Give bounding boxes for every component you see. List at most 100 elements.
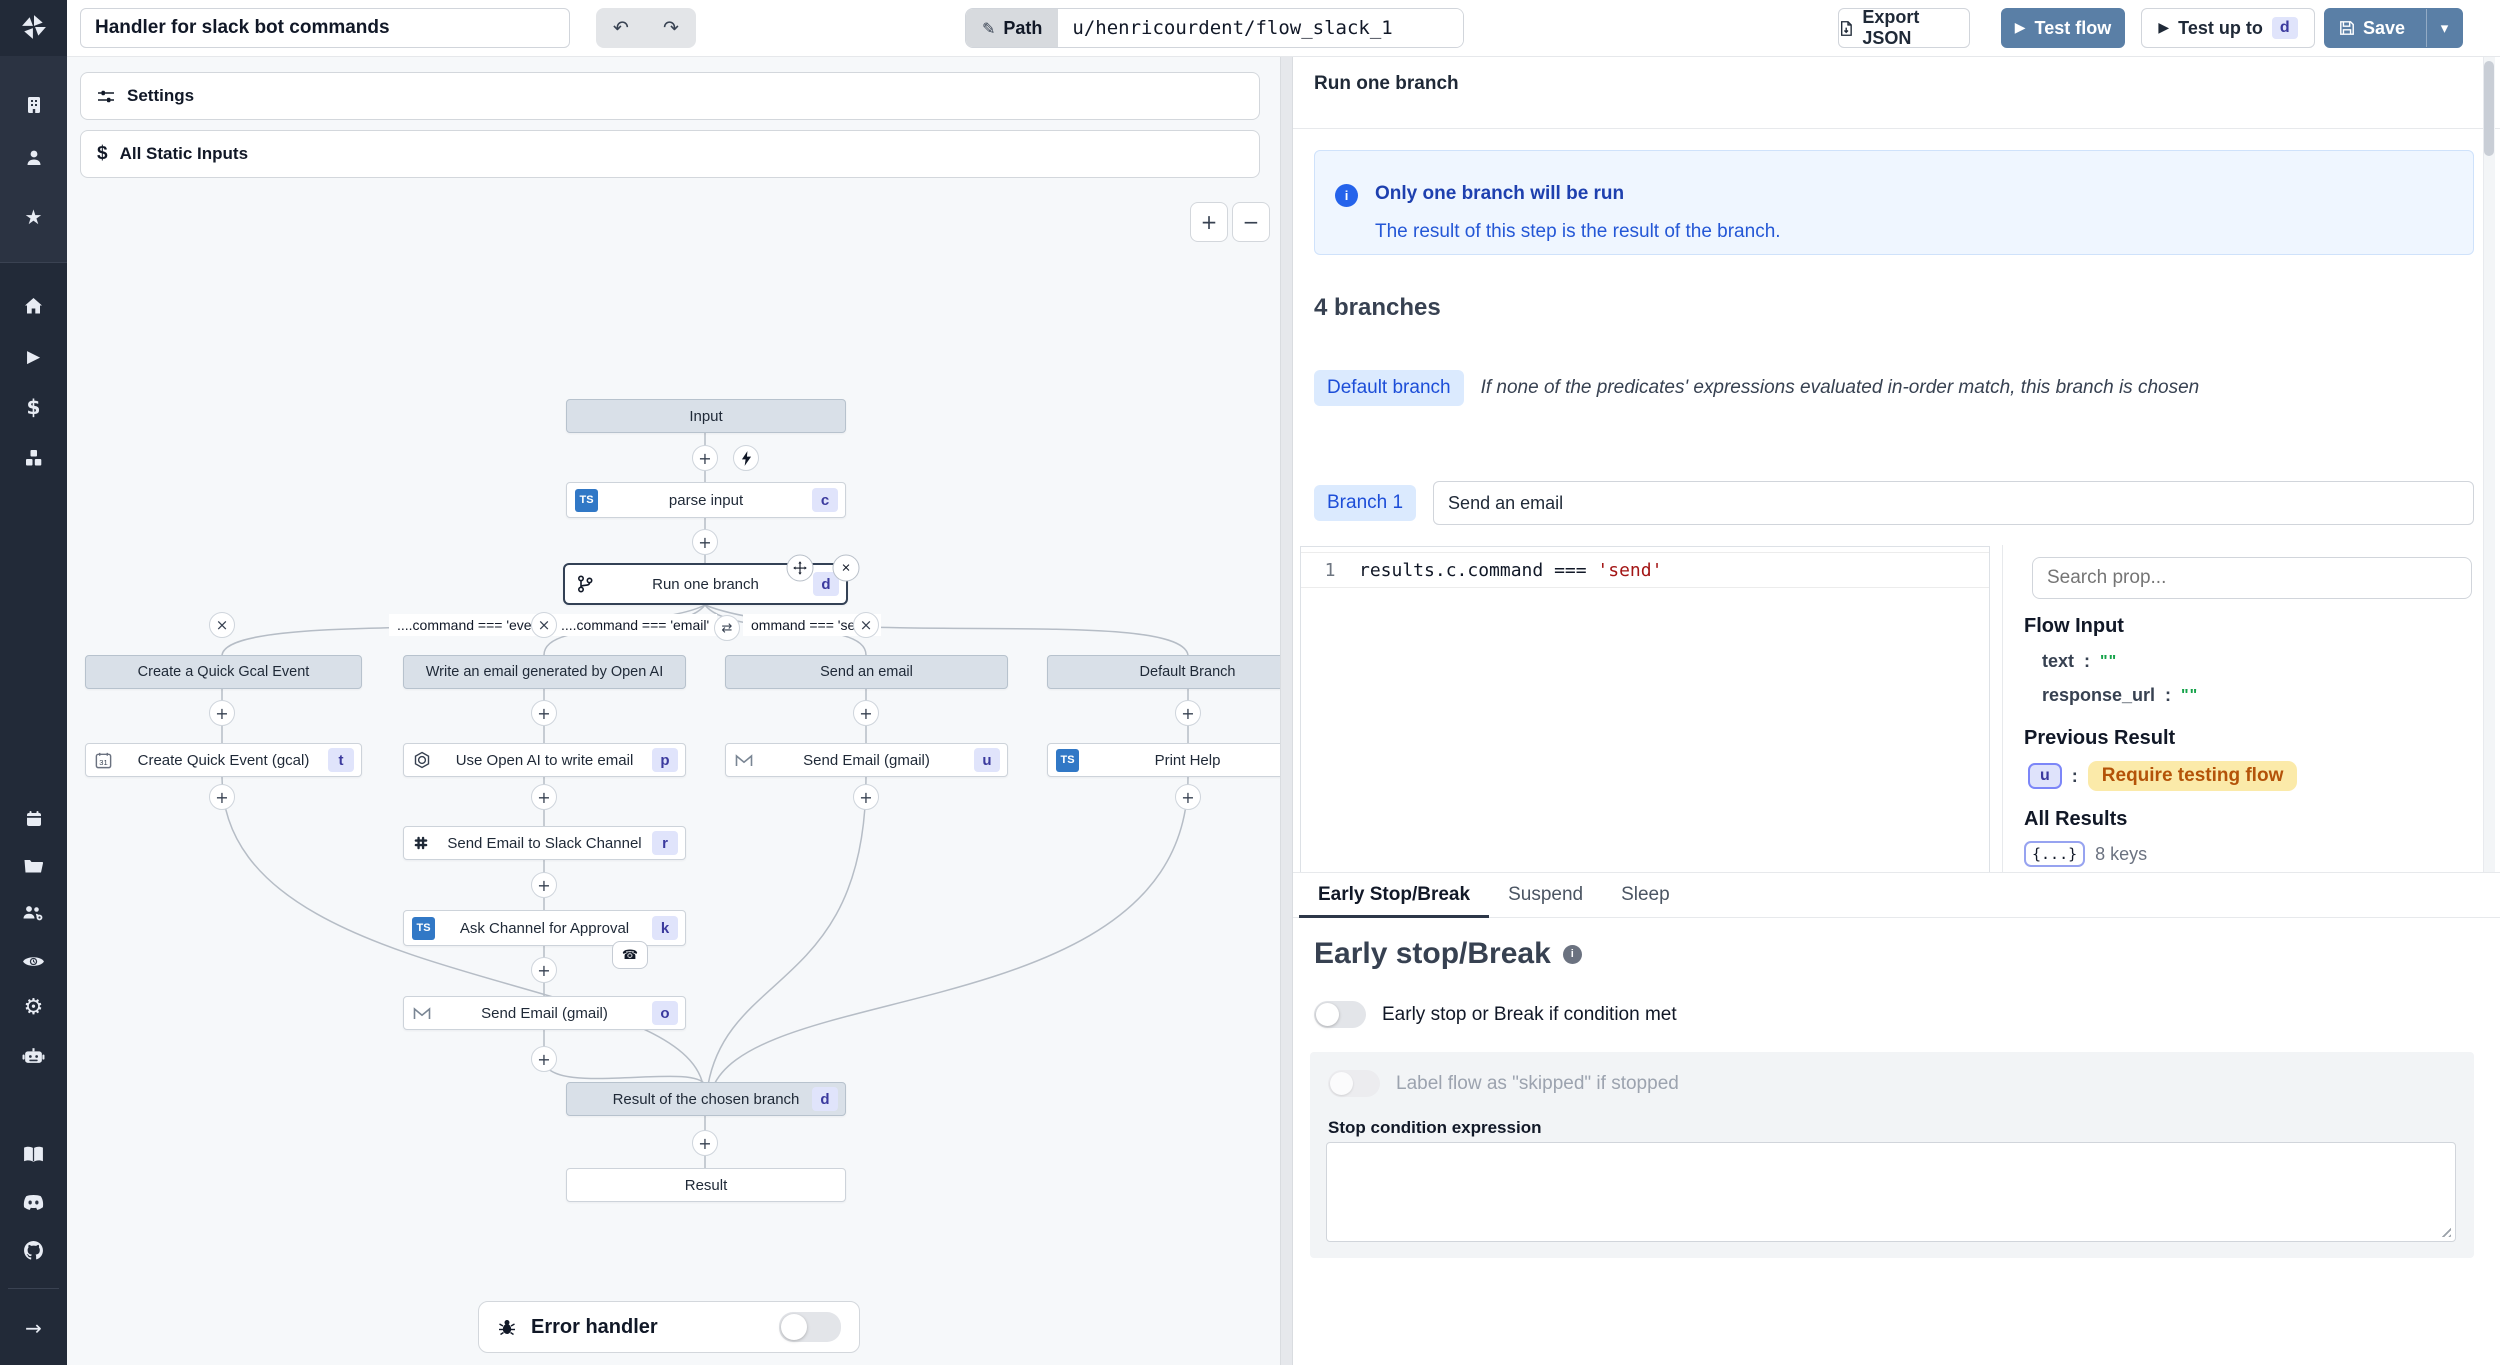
error-handler-toggle[interactable] bbox=[779, 1312, 841, 1342]
test-up-to-button[interactable]: ▶ Test up to d bbox=[2141, 8, 2315, 48]
add-step-button[interactable]: + bbox=[531, 700, 557, 726]
sidebar-item-runs[interactable]: ▶ bbox=[0, 337, 67, 377]
node-result-of-branch[interactable]: Result of the chosen branch d bbox=[566, 1082, 846, 1116]
branch-header-email[interactable]: Send an email bbox=[725, 655, 1008, 689]
add-step-button[interactable]: + bbox=[853, 784, 879, 810]
suspend-approval-badge[interactable]: ☎ bbox=[612, 941, 648, 969]
flow-title-input[interactable] bbox=[80, 8, 570, 48]
branch-header-default[interactable]: Default Branch bbox=[1047, 655, 1280, 689]
sidebar-item-user[interactable] bbox=[0, 138, 67, 178]
node-send-email-gmail[interactable]: Send Email (gmail) u bbox=[725, 743, 1008, 777]
sidebar-item-workers[interactable] bbox=[0, 1035, 67, 1075]
add-step-button[interactable]: + bbox=[209, 784, 235, 810]
sidebar-expand-button[interactable]: → bbox=[0, 1308, 67, 1348]
all-results-row[interactable]: {...} 8 keys bbox=[2024, 841, 2147, 867]
node-send-email-slack[interactable]: Send Email to Slack Channel r bbox=[403, 826, 686, 860]
panel-scrollbar-thumb[interactable] bbox=[2484, 61, 2494, 156]
add-step-button[interactable]: + bbox=[1175, 784, 1201, 810]
sidebar-item-docs[interactable] bbox=[0, 1134, 67, 1174]
sidebar-item-resources[interactable] bbox=[0, 438, 67, 478]
zoom-in-button[interactable]: + bbox=[1190, 202, 1228, 242]
test-flow-button[interactable]: ▶ Test flow bbox=[2001, 8, 2125, 48]
move-step-button[interactable] bbox=[787, 555, 814, 582]
code-line[interactable]: 1 results.c.command === 'send' bbox=[1301, 552, 1989, 588]
early-stop-toggle[interactable] bbox=[1314, 1001, 1366, 1028]
dollar-icon: $ bbox=[97, 143, 108, 165]
save-button[interactable]: Save bbox=[2325, 9, 2417, 47]
branch-condition-event[interactable]: ....command === 'event' bbox=[389, 614, 554, 636]
sidebar-item-folders[interactable] bbox=[0, 846, 67, 886]
sidebar-item-schedules[interactable] bbox=[0, 799, 67, 839]
export-json-button[interactable]: Export JSON bbox=[1838, 8, 1970, 48]
node-input[interactable]: Input bbox=[566, 399, 846, 433]
sidebar-item-favorites[interactable]: ★ bbox=[0, 197, 67, 237]
remove-branch-button[interactable]: × bbox=[209, 612, 235, 638]
add-step-button[interactable]: + bbox=[853, 700, 879, 726]
node-openai-write-email[interactable]: Use Open AI to write email p bbox=[403, 743, 686, 777]
stop-condition-textarea[interactable] bbox=[1326, 1142, 2456, 1242]
flow-settings-button[interactable]: Settings bbox=[80, 72, 1260, 120]
predicate-code-editor[interactable]: 1 results.c.command === 'send' bbox=[1300, 546, 1990, 872]
node-ask-channel-approval[interactable]: TS Ask Channel for Approval k bbox=[403, 910, 686, 946]
sidebar-item-github[interactable] bbox=[0, 1230, 67, 1270]
branch1-row: Branch 1 bbox=[1314, 481, 2474, 525]
branch-header-label: Default Branch bbox=[1140, 664, 1236, 680]
flow-canvas[interactable]: Settings $ All Static Inputs + − bbox=[67, 57, 1280, 1365]
redo-button[interactable]: ↷ bbox=[646, 8, 696, 48]
tab-suspend[interactable]: Suspend bbox=[1489, 873, 1602, 917]
sidebar-item-discord[interactable] bbox=[0, 1182, 67, 1222]
sidebar-item-variables[interactable]: $ bbox=[0, 387, 67, 427]
previous-result-heading: Previous Result bbox=[2024, 727, 2175, 750]
node-result[interactable]: Result bbox=[566, 1168, 846, 1202]
add-step-button[interactable]: + bbox=[531, 1046, 557, 1072]
sidebar-item-home[interactable] bbox=[0, 286, 67, 326]
node-create-quick-event[interactable]: 31 Create Quick Event (gcal) t bbox=[85, 743, 362, 777]
node-print-help[interactable]: TS Print Help bbox=[1047, 743, 1280, 777]
tab-sleep[interactable]: Sleep bbox=[1602, 873, 1689, 917]
add-step-button[interactable]: + bbox=[692, 529, 718, 555]
remove-branch-button[interactable]: × bbox=[531, 612, 557, 638]
prop-row-text[interactable]: text : "" bbox=[2042, 651, 2117, 672]
add-step-button[interactable]: + bbox=[692, 445, 718, 471]
add-step-button[interactable]: + bbox=[531, 872, 557, 898]
pane-resize-gutter[interactable] bbox=[1280, 57, 1293, 1365]
all-static-inputs-button[interactable]: $ All Static Inputs bbox=[80, 130, 1260, 178]
previous-result-row[interactable]: u : Require testing flow bbox=[2028, 761, 2297, 791]
gmail-icon bbox=[412, 1005, 432, 1021]
previous-step-id-badge[interactable]: u bbox=[2028, 763, 2062, 789]
branch-header-gcal[interactable]: Create a Quick Gcal Event bbox=[85, 655, 362, 689]
sidebar-item-settings[interactable]: ⚙ bbox=[0, 988, 67, 1028]
skipped-toggle[interactable] bbox=[1328, 1070, 1380, 1097]
sidebar-item-workspace[interactable] bbox=[0, 85, 67, 125]
node-send-email-gmail-2[interactable]: Send Email (gmail) o bbox=[403, 996, 686, 1030]
add-step-button[interactable]: + bbox=[531, 957, 557, 983]
sidebar-item-audit-logs[interactable] bbox=[0, 941, 67, 981]
sidebar-item-groups[interactable] bbox=[0, 893, 67, 933]
add-step-button[interactable]: + bbox=[692, 1130, 718, 1156]
prop-row-response-url[interactable]: response_url : "" bbox=[2042, 685, 2198, 706]
windmill-logo[interactable] bbox=[0, 7, 67, 47]
add-step-button[interactable]: + bbox=[531, 784, 557, 810]
path-input[interactable] bbox=[1058, 9, 1463, 47]
search-prop-input[interactable] bbox=[2032, 557, 2472, 599]
add-step-button[interactable]: + bbox=[1175, 700, 1201, 726]
step-detail-panel: Run one branch i Only one branch will be… bbox=[1293, 57, 2500, 1365]
branch1-summary-input[interactable] bbox=[1433, 481, 2474, 525]
delete-step-button[interactable]: × bbox=[833, 555, 860, 582]
swap-branch-button[interactable]: ⇄ bbox=[714, 615, 740, 641]
object-expand-badge[interactable]: {...} bbox=[2024, 841, 2085, 867]
tab-early-stop-break[interactable]: Early Stop/Break bbox=[1299, 873, 1489, 917]
branch-header-openai[interactable]: Write an email generated by Open AI bbox=[403, 655, 686, 689]
trigger-bolt-button[interactable] bbox=[733, 445, 759, 471]
flow-input-heading: Flow Input bbox=[2024, 615, 2124, 638]
panel-scrollbar[interactable] bbox=[2483, 57, 2495, 872]
branch-condition-email[interactable]: ....command === 'email' bbox=[553, 614, 717, 636]
add-step-button[interactable]: + bbox=[209, 700, 235, 726]
path-button[interactable]: ✎ Path bbox=[966, 9, 1058, 47]
zoom-out-button[interactable]: − bbox=[1232, 202, 1270, 242]
remove-branch-button[interactable]: × bbox=[853, 612, 879, 638]
undo-button[interactable]: ↶ bbox=[596, 8, 646, 48]
node-parse-input[interactable]: TS parse input c bbox=[566, 482, 846, 518]
save-dropdown-button[interactable]: ▾ bbox=[2426, 9, 2462, 47]
error-handler-box[interactable]: Error handler bbox=[478, 1301, 860, 1353]
